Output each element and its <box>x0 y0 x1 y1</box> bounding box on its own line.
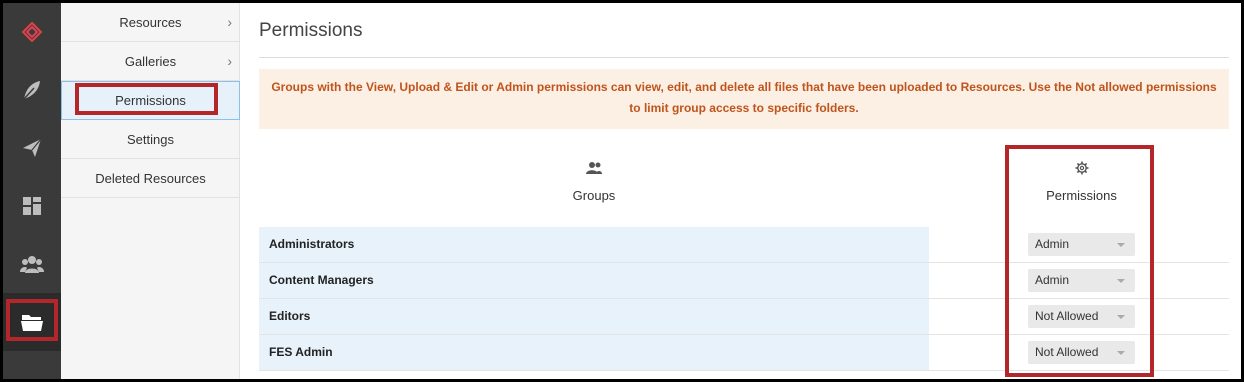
feather-icon[interactable] <box>3 61 61 119</box>
group-icon <box>259 161 929 178</box>
subnav-item-label: Resources <box>119 14 182 30</box>
permissions-notice: Groups with the View, Upload & Edit or A… <box>259 69 1229 129</box>
main-content: Permissions Groups with the View, Upload… <box>240 3 1241 379</box>
dashboard-icon[interactable] <box>3 177 61 235</box>
app-window: Resources › Galleries › Permissions Sett… <box>3 3 1241 379</box>
page-title: Permissions <box>259 20 363 41</box>
paper-plane-icon[interactable] <box>3 119 61 177</box>
subnav-item-deleted-resources[interactable]: Deleted Resources <box>61 159 240 198</box>
permissions-column-highlight-box <box>1005 145 1154 377</box>
subnav-item-label: Deleted Resources <box>95 170 206 186</box>
groups-column-label: Groups <box>572 188 616 203</box>
chevron-right-icon: › <box>227 14 232 30</box>
folder-highlight-box <box>6 299 58 341</box>
brand-logo-icon[interactable] <box>3 3 61 61</box>
groups-column-header: Groups <box>259 161 929 203</box>
subnav-item-settings[interactable]: Settings <box>61 120 240 159</box>
group-name: Administrators <box>259 227 929 262</box>
group-name: Editors <box>259 299 929 334</box>
permissions-highlight-box <box>75 83 218 115</box>
subnav-item-label: Galleries <box>124 53 177 69</box>
subnav-item-resources[interactable]: Resources › <box>61 3 240 42</box>
users-icon[interactable] <box>3 235 61 293</box>
group-name: Content Managers <box>259 263 929 298</box>
resources-subnav: Resources › Galleries › Permissions Sett… <box>61 3 240 379</box>
chevron-right-icon: › <box>227 53 232 69</box>
group-name: FES Admin <box>259 335 929 370</box>
divider <box>259 57 1229 58</box>
subnav-item-label: Settings <box>127 131 174 147</box>
subnav-item-galleries[interactable]: Galleries › <box>61 42 240 81</box>
